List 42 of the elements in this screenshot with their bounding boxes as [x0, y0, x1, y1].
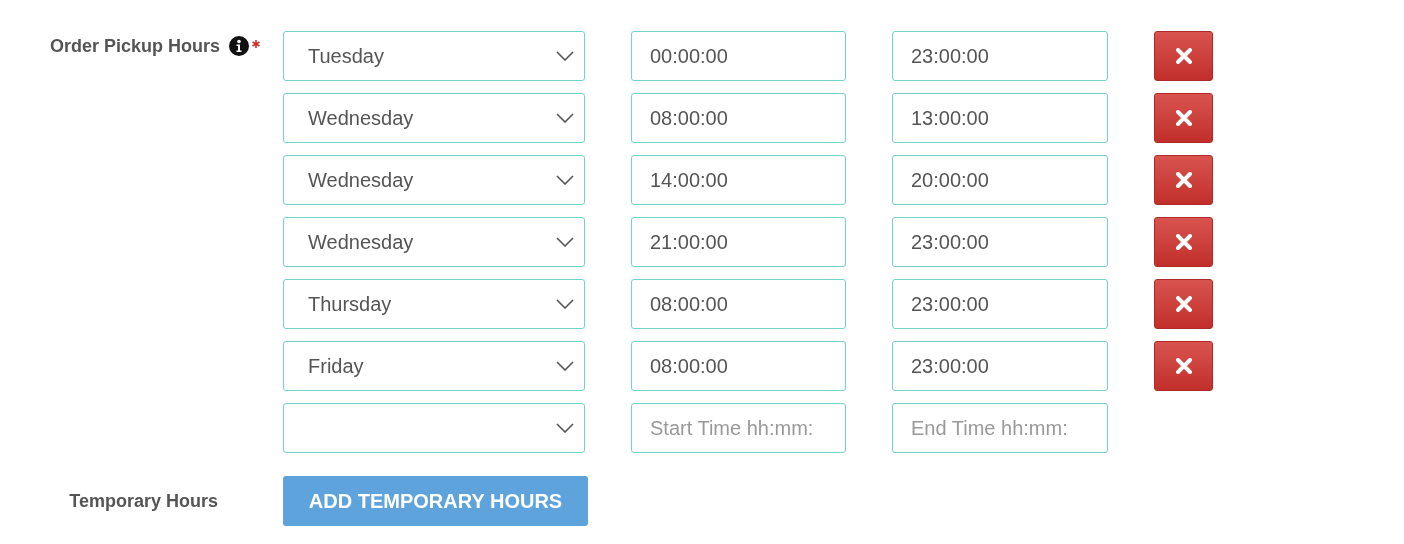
close-icon [1175, 358, 1192, 374]
close-icon [1175, 110, 1192, 126]
delete-button[interactable] [1154, 93, 1213, 143]
chevron-down-icon [556, 237, 574, 247]
close-icon [1175, 48, 1192, 64]
chevron-down-icon [556, 113, 574, 123]
start-time-field[interactable]: 08:00:00 [631, 341, 846, 391]
chevron-down-icon [556, 51, 574, 61]
delete-button[interactable] [1154, 279, 1213, 329]
day-select[interactable]: Wednesday [283, 155, 585, 205]
close-icon [1175, 296, 1192, 312]
end-time-field[interactable]: End Time hh:mm: [892, 403, 1108, 453]
start-time-field[interactable]: 21:00:00 [631, 217, 846, 267]
end-time-field[interactable]: 13:00:00 [892, 93, 1108, 143]
start-time-field[interactable]: 00:00:00 [631, 31, 846, 81]
end-time-field[interactable]: 23:00:00 [892, 31, 1108, 81]
end-time-field[interactable]: 20:00:00 [892, 155, 1108, 205]
close-icon [1175, 172, 1192, 188]
start-time-field[interactable]: Start Time hh:mm: [631, 403, 846, 453]
start-time-field[interactable]: 08:00:00 [631, 279, 846, 329]
delete-button[interactable] [1154, 31, 1213, 81]
close-icon [1175, 234, 1192, 250]
chevron-down-icon [556, 175, 574, 185]
delete-button[interactable] [1154, 341, 1213, 391]
chevron-down-icon [556, 423, 574, 433]
day-select[interactable]: Tuesday [283, 31, 585, 81]
end-time-field[interactable]: 23:00:00 [892, 217, 1108, 267]
info-icon [229, 36, 249, 56]
start-time-field[interactable]: 14:00:00 [631, 155, 846, 205]
day-select[interactable]: Wednesday [283, 217, 585, 267]
field-label: Order Pickup Hours [49, 35, 220, 58]
day-select[interactable]: Friday [283, 341, 585, 391]
day-select[interactable]: Thursday [283, 279, 585, 329]
chevron-down-icon [556, 361, 574, 371]
day-select[interactable]: Wednesday [283, 93, 585, 143]
field-label: Temporary Hours [69, 489, 218, 513]
end-time-field[interactable]: 23:00:00 [892, 279, 1108, 329]
delete-button[interactable] [1154, 155, 1213, 205]
chevron-down-icon [556, 299, 574, 309]
start-time-field[interactable]: 08:00:00 [631, 93, 846, 143]
delete-button[interactable] [1154, 217, 1213, 267]
end-time-field[interactable]: 23:00:00 [892, 341, 1108, 391]
